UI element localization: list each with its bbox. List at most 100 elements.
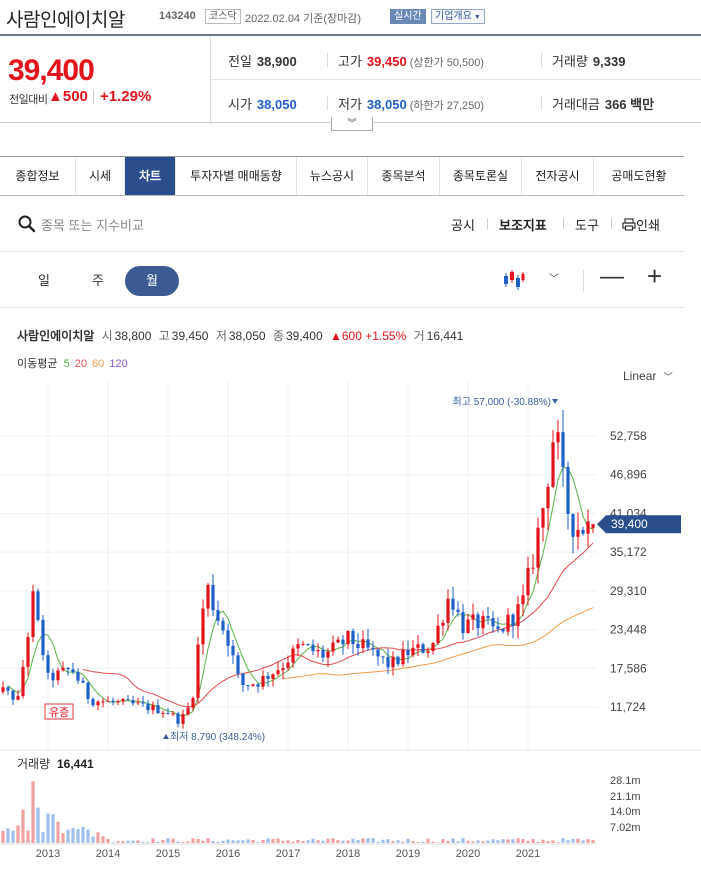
tab-bar: 종합정보 시세 차트 투자자별 매매동향 뉴스공시 종목분석 종목토론실 전자공… xyxy=(0,156,684,196)
candlestick-icon[interactable] xyxy=(502,269,526,291)
volume-bar xyxy=(496,840,500,843)
ma5-legend[interactable]: 5 xyxy=(64,358,70,370)
candle-body xyxy=(91,699,95,706)
info-volume: 16,441 xyxy=(426,329,464,343)
candle-body xyxy=(146,703,150,711)
volume-bar xyxy=(376,841,380,843)
candle-body xyxy=(176,713,180,724)
volume-bar xyxy=(291,841,295,843)
tools-button[interactable]: 도구 xyxy=(575,215,599,234)
lower-limit: (하한가 27,250) xyxy=(409,100,485,112)
candle-body xyxy=(231,645,235,656)
disclosure-button[interactable]: 공시 xyxy=(451,215,475,234)
chevron-down-icon[interactable]: ﹀ xyxy=(549,270,559,285)
volume-bar xyxy=(11,830,15,843)
tab-overview[interactable]: 종합정보 xyxy=(0,157,76,195)
info-change: ▲600 +1.55% xyxy=(330,329,407,343)
year-tick-label: 2013 xyxy=(36,848,60,860)
volume-bar xyxy=(566,840,570,843)
tab-news[interactable]: 뉴스공시 xyxy=(297,157,368,195)
candle-body xyxy=(71,669,75,672)
stock-name: 사람인에이치알 xyxy=(6,10,125,31)
period-daily[interactable]: 일 xyxy=(17,266,71,296)
candle-body xyxy=(81,680,85,683)
high-annotation: 최고 57,000 (-30.88%) xyxy=(453,396,551,408)
candle-body xyxy=(411,647,415,656)
candle-body xyxy=(461,612,465,634)
company-overview-dropdown[interactable]: 기업개요 ▼ xyxy=(431,9,485,24)
candle-body xyxy=(326,651,330,658)
zoom-in-button[interactable]: + xyxy=(647,263,662,289)
volume-bar xyxy=(416,842,420,843)
low-value: 38,050 xyxy=(366,97,407,112)
tab-chart[interactable]: 차트 xyxy=(125,157,176,195)
realtime-button[interactable]: 실시간 xyxy=(390,9,426,24)
candle-body xyxy=(271,674,275,679)
volume-bar xyxy=(216,841,220,843)
candle-body xyxy=(186,707,190,715)
volume-bar xyxy=(306,840,310,843)
period-monthly[interactable]: 월 xyxy=(125,266,179,296)
volume-bar xyxy=(66,829,70,843)
indicators-button[interactable]: 보조지표 xyxy=(499,215,547,234)
candle-body xyxy=(471,614,475,620)
year-tick-label: 2021 xyxy=(516,848,540,860)
volume-bar xyxy=(156,842,160,843)
candle-body xyxy=(141,702,145,704)
volume-bar xyxy=(366,838,370,843)
search-icon[interactable] xyxy=(18,215,36,233)
moving-average-lines xyxy=(7,466,594,717)
candle-body xyxy=(541,508,545,528)
stock-chart[interactable]: 52,75846,89641,03435,17229,31023,44817,5… xyxy=(0,380,701,890)
ma20-legend[interactable]: 20 xyxy=(75,358,87,370)
tab-filings[interactable]: 전자공시 xyxy=(522,157,594,195)
low-price: 저가 38,050 (하한가 27,250) xyxy=(338,94,484,113)
candle-body xyxy=(381,656,385,658)
volume-bar xyxy=(76,828,80,843)
candle-body xyxy=(66,667,70,670)
tab-short-selling[interactable]: 공매도현황 xyxy=(594,157,684,195)
candle-body xyxy=(571,513,575,537)
open-label: 시가 xyxy=(228,97,252,112)
prev-close-label: 전일 xyxy=(228,54,252,69)
volume-bar xyxy=(361,838,365,843)
zoom-out-button[interactable]: — xyxy=(600,265,624,289)
candle-body xyxy=(406,649,410,656)
compare-search-input[interactable]: 종목 또는 지수비교 xyxy=(41,215,144,234)
moving-average-legend: 이동평균 5 20 60 120 xyxy=(17,355,128,371)
volume-bar xyxy=(71,827,75,843)
volume-bar xyxy=(51,814,55,843)
volume-bar xyxy=(166,838,170,843)
candle-body xyxy=(476,614,480,629)
divider xyxy=(583,270,584,292)
volume-bar xyxy=(581,840,585,843)
print-button[interactable]: 인쇄 xyxy=(622,215,660,234)
tab-discussion[interactable]: 종목토론실 xyxy=(440,157,522,195)
period-weekly[interactable]: 주 xyxy=(71,266,125,296)
expand-button[interactable]: ︾ xyxy=(331,117,373,131)
tab-investors[interactable]: 투자자별 매매동향 xyxy=(176,157,297,195)
candle-body xyxy=(106,700,110,702)
tab-quotes[interactable]: 시세 xyxy=(76,157,125,195)
candle-body xyxy=(86,682,90,700)
candle-body xyxy=(111,700,115,702)
current-price: 39,400 xyxy=(8,54,95,87)
candle-body xyxy=(46,655,50,673)
volume-bar xyxy=(311,838,315,843)
price-tick-label: 23,448 xyxy=(610,623,647,637)
candle-body xyxy=(591,524,595,529)
print-label: 인쇄 xyxy=(636,218,660,233)
ma120-legend[interactable]: 120 xyxy=(109,358,127,370)
info-open-label: 시 xyxy=(101,329,113,343)
candle-body xyxy=(556,432,560,443)
volume-bar xyxy=(501,839,505,843)
candle-body xyxy=(76,671,80,681)
volume-bar xyxy=(411,841,415,843)
volume-bar xyxy=(511,839,515,843)
ma60-legend[interactable]: 60 xyxy=(92,358,104,370)
volume-bar xyxy=(396,840,400,843)
candle-body xyxy=(391,656,395,668)
tab-analysis[interactable]: 종목분석 xyxy=(368,157,440,195)
volume-bar xyxy=(351,838,355,843)
candle-body xyxy=(351,630,355,644)
